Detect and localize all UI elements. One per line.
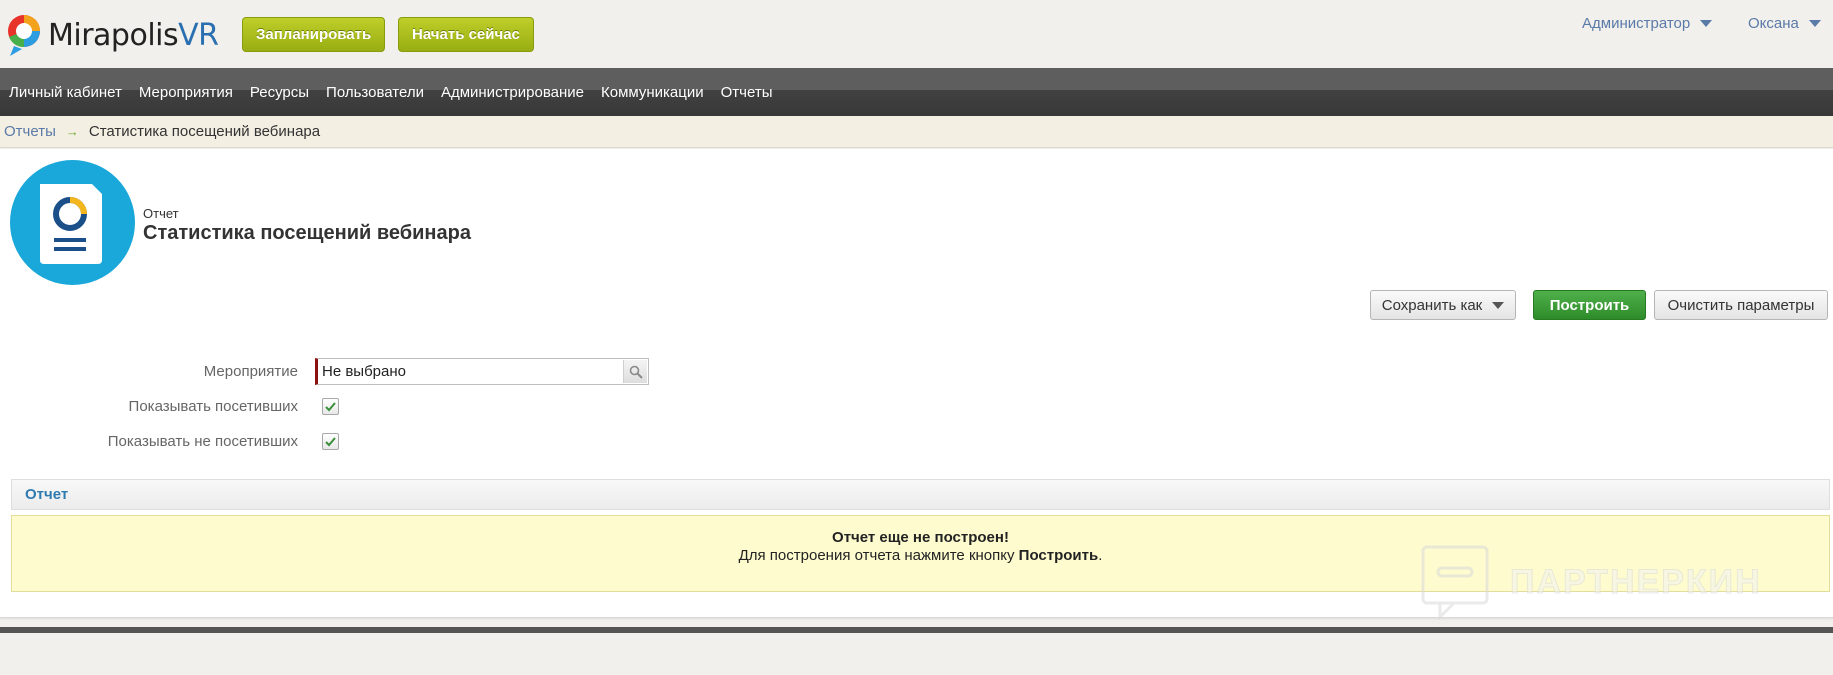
search-icon[interactable]	[623, 360, 647, 383]
app-header: MirapolisVR Запланировать Начать сейчас …	[0, 0, 1833, 68]
show-visited-label: Показывать посетивших	[128, 398, 298, 415]
user-menu-label: Оксана	[1748, 15, 1799, 32]
footer-divider	[0, 627, 1833, 633]
event-value: Не выбрано	[322, 363, 406, 380]
chat-bubble-icon	[1421, 545, 1489, 620]
nav-item-administration[interactable]: Администрирование	[441, 84, 584, 101]
nav-item-resources[interactable]: Ресурсы	[250, 84, 309, 101]
nav-item-cabinet[interactable]: Личный кабинет	[9, 84, 122, 101]
nav-item-users[interactable]: Пользователи	[326, 84, 424, 101]
user-menu[interactable]: Оксана	[1748, 15, 1821, 32]
logo-icon	[8, 15, 40, 56]
build-button[interactable]: Построить	[1533, 290, 1646, 320]
admin-menu[interactable]: Администратор	[1582, 15, 1713, 32]
nav-item-communications[interactable]: Коммуникации	[601, 84, 704, 101]
page-title: Статистика посещений вебинара	[143, 222, 471, 244]
nav-item-events[interactable]: Мероприятия	[139, 84, 233, 101]
show-not-visited-checkbox[interactable]	[322, 433, 339, 450]
main-nav: Личный кабинет Мероприятия Ресурсы Польз…	[0, 68, 1833, 116]
watermark-text: ПАРТНЕРКИН	[1510, 562, 1762, 601]
breadcrumb-reports-link[interactable]: Отчеты	[4, 123, 56, 140]
chevron-down-icon	[1808, 20, 1821, 27]
report-section-header[interactable]: Отчет	[11, 479, 1830, 510]
arrow-right-icon: →	[65, 124, 79, 139]
event-field[interactable]: Не выбрано	[315, 358, 649, 385]
logo-vr-text: VR	[178, 17, 219, 53]
report-panel: Отчет Статистика посещений вебинара Сохр…	[0, 149, 1833, 620]
clear-params-button[interactable]: Очистить параметры	[1654, 290, 1828, 320]
logo[interactable]: MirapolisVR	[4, 12, 219, 58]
admin-menu-label: Администратор	[1582, 15, 1691, 32]
nav-item-reports[interactable]: Отчеты	[721, 84, 773, 101]
logo-main-text: Mirapolis	[48, 17, 179, 53]
checkmark-icon	[325, 436, 336, 446]
event-label: Мероприятие	[203, 363, 298, 380]
report-document-icon	[10, 160, 135, 285]
chevron-down-icon	[1700, 20, 1713, 27]
breadcrumb-current: Статистика посещений вебинара	[88, 123, 321, 140]
save-as-button[interactable]: Сохранить как	[1370, 290, 1516, 320]
watermark: ПАРТНЕРКИН	[1420, 544, 1762, 620]
chevron-down-icon	[1492, 301, 1505, 309]
report-hint-button: Построить	[1018, 547, 1099, 564]
checkmark-icon	[325, 401, 336, 411]
breadcrumb: Отчеты → Статистика посещений вебинара	[0, 116, 1833, 148]
schedule-button[interactable]: Запланировать	[242, 17, 386, 52]
show-visited-checkbox[interactable]	[322, 398, 339, 415]
page-subtitle: Отчет	[143, 206, 179, 221]
report-hint-prefix: Для построения отчета нажмите кнопку	[738, 547, 1019, 564]
show-not-visited-label: Показывать не посетивших	[107, 433, 298, 450]
save-as-label: Сохранить как	[1381, 296, 1483, 314]
report-hint-suffix: .	[1098, 547, 1103, 564]
start-now-button[interactable]: Начать сейчас	[398, 17, 534, 52]
